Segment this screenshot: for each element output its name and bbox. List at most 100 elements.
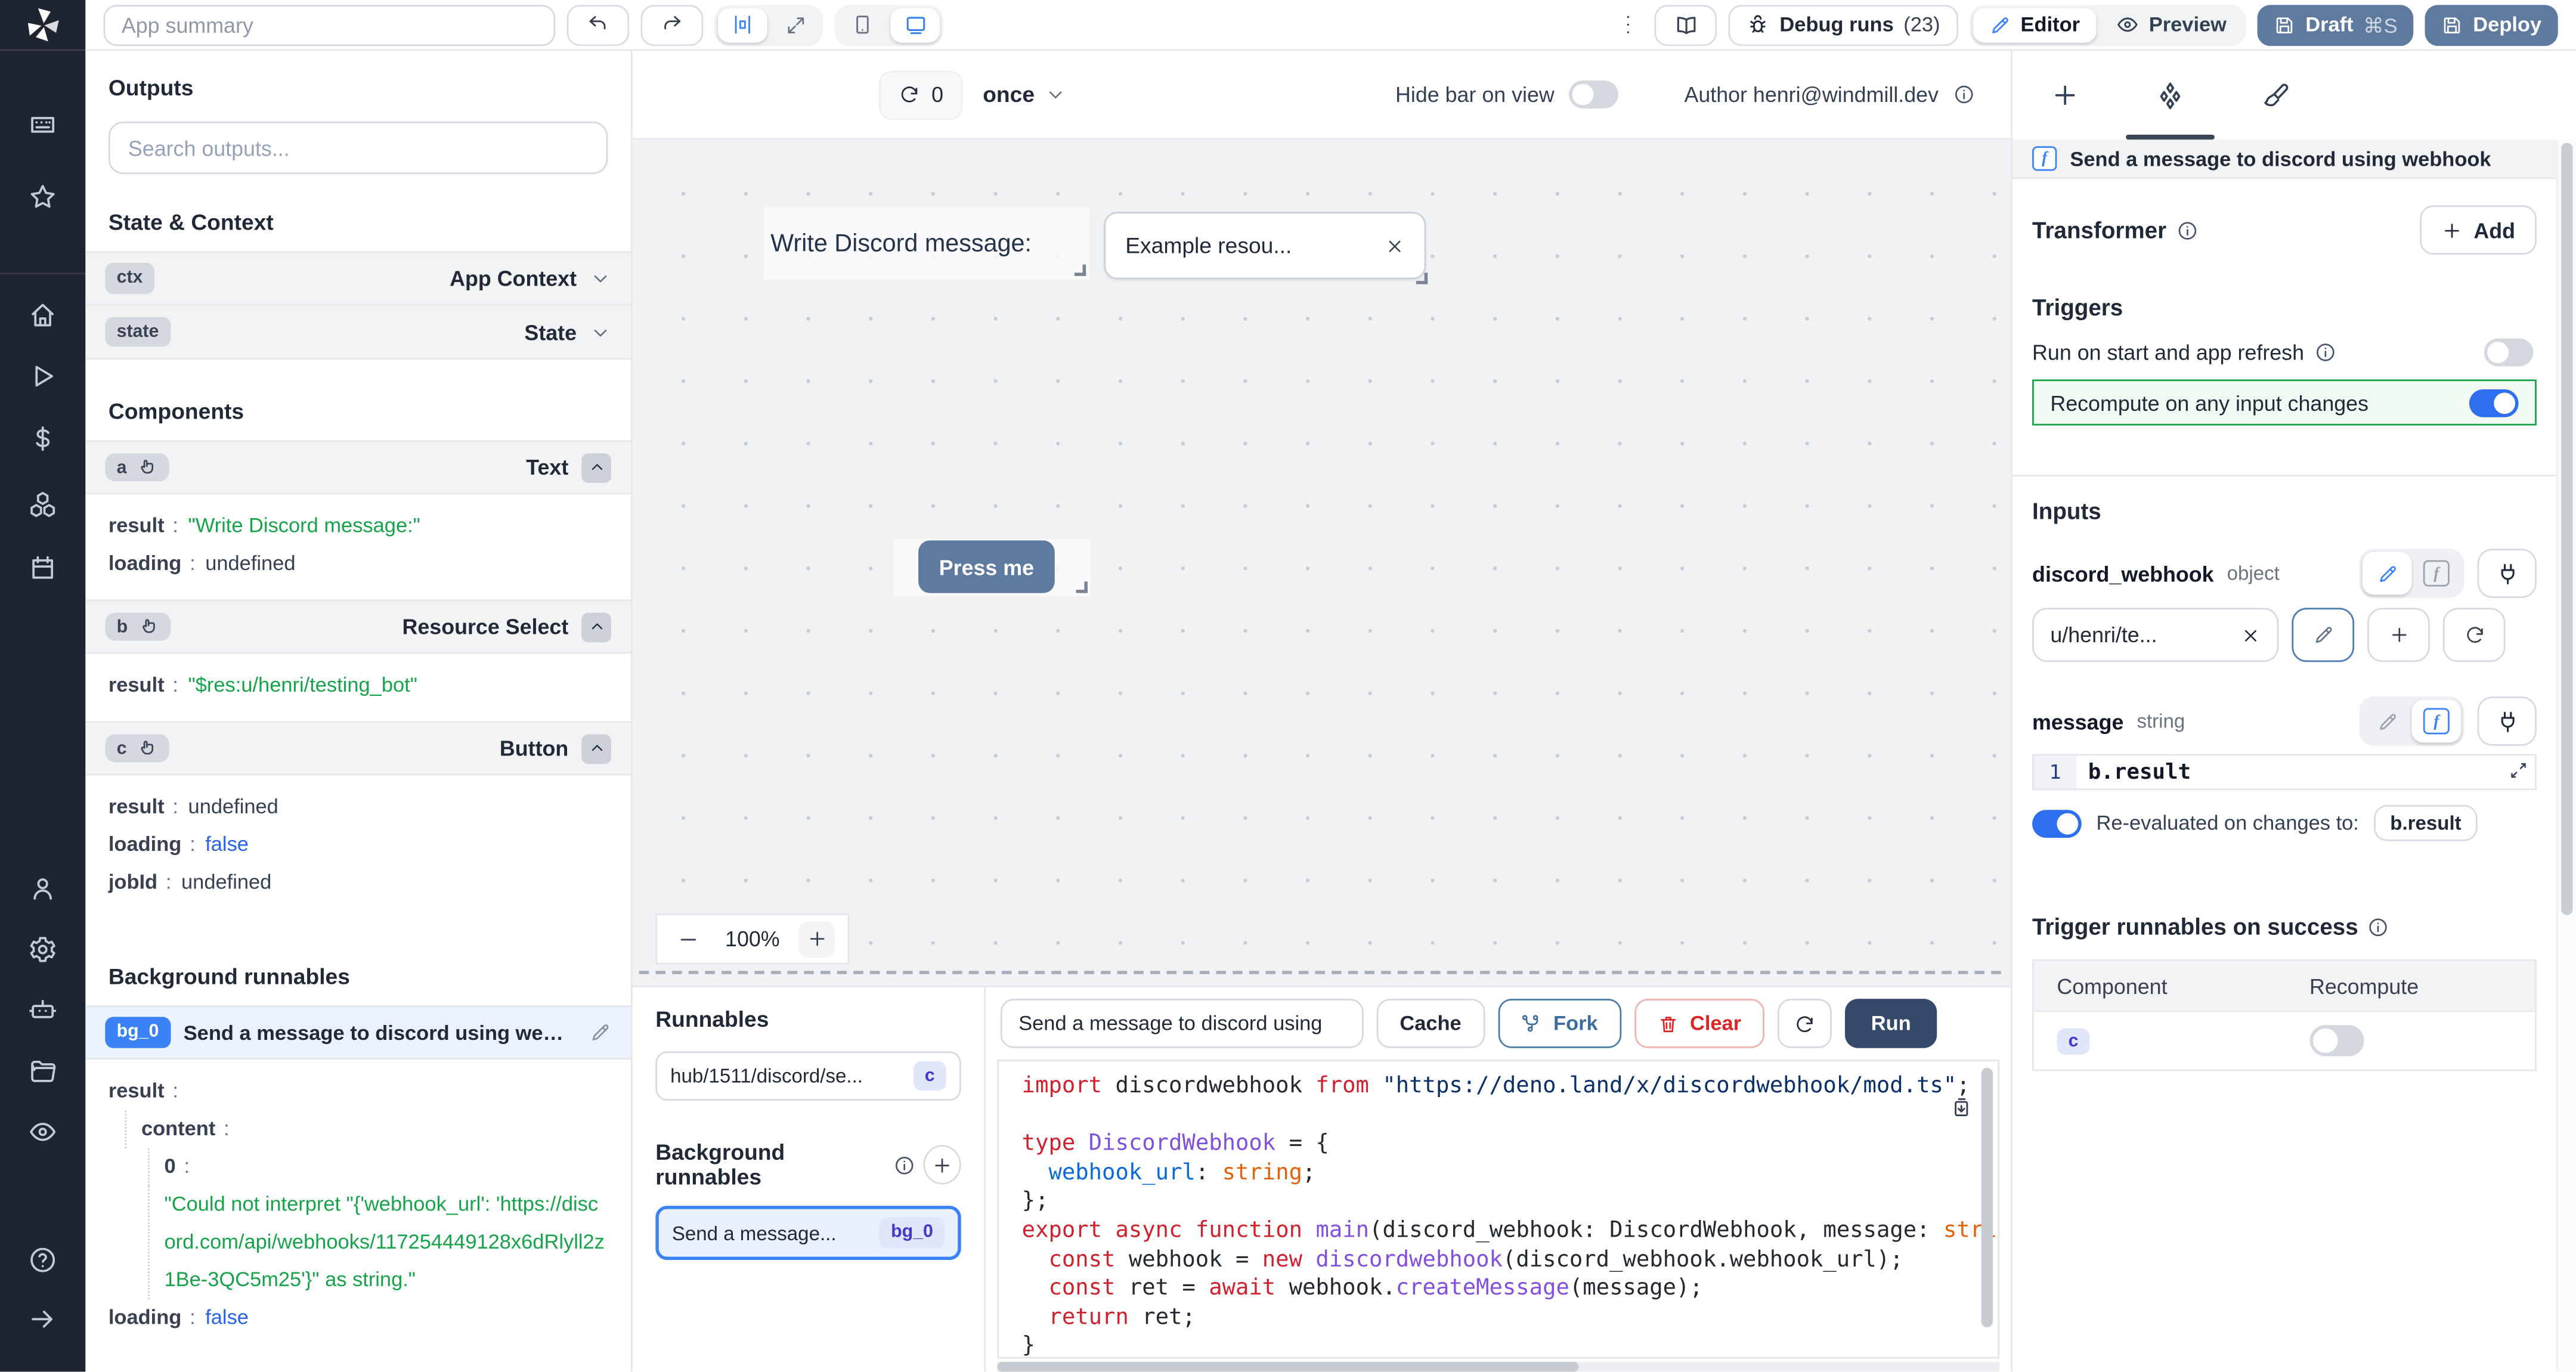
static-mode-button[interactable] <box>2363 700 2412 743</box>
bg-runnable-item-selected[interactable]: Send a message... bg_0 <box>655 1206 961 1260</box>
interval-dropdown[interactable]: once <box>983 82 1066 107</box>
static-mode-button[interactable] <box>2363 552 2412 595</box>
component-id-badge[interactable]: b <box>105 613 170 641</box>
collapse-button[interactable] <box>581 733 611 763</box>
clear-selection-button[interactable] <box>1385 236 1405 255</box>
sidebar-item-arrow-right-icon[interactable] <box>28 1305 58 1334</box>
undo-button[interactable] <box>567 4 630 45</box>
sidebar-item-user-icon[interactable] <box>28 874 58 904</box>
sidebar-item-help-icon[interactable] <box>28 1245 58 1275</box>
collapse-button[interactable] <box>581 612 611 642</box>
draft-button[interactable]: Draft ⌘S <box>2258 4 2414 45</box>
message-expression-value: b.result <box>2076 755 2535 788</box>
more-menu-button[interactable] <box>1614 4 1643 45</box>
reeval-dependency-chip[interactable]: b.result <box>2374 805 2478 841</box>
hide-bar-toggle[interactable] <box>1569 80 1619 109</box>
message-expression-editor[interactable]: 1 b.result <box>2032 754 2537 791</box>
expand-editor-button[interactable] <box>2509 761 2528 781</box>
zoom-out-button[interactable] <box>670 921 707 957</box>
run-label: Run <box>1871 1012 1911 1035</box>
clear-resource-button[interactable] <box>2241 625 2261 645</box>
reload-code-button[interactable] <box>1778 999 1832 1048</box>
recompute-row-toggle[interactable] <box>2309 1025 2364 1056</box>
resize-handle[interactable] <box>1076 581 1088 593</box>
code-editor[interactable]: import discordwebhook from "https://deno… <box>997 1060 1999 1358</box>
canvas-resource-select[interactable]: Example resou... <box>1104 212 1426 279</box>
component-id-badge[interactable]: c <box>105 735 169 763</box>
tab-styling[interactable] <box>2223 51 2328 140</box>
mobile-view-button[interactable] <box>838 7 887 42</box>
fork-button[interactable]: Fork <box>1497 999 1621 1048</box>
refresh-count-button[interactable]: 0 <box>879 70 963 119</box>
sidebar-item-star-icon[interactable] <box>28 182 58 212</box>
right-panel-scrollbar[interactable] <box>2556 140 2576 1371</box>
eval-mode-button[interactable]: f <box>2411 552 2461 595</box>
search-outputs-input[interactable] <box>109 122 608 174</box>
runnable-item[interactable]: hub/1511/discord/se... c <box>655 1051 961 1101</box>
sidebar-item-eye-icon[interactable] <box>28 1117 58 1147</box>
docs-button[interactable] <box>1655 4 1717 45</box>
sidebar-item-app-grid-icon[interactable] <box>28 110 58 140</box>
sidebar-item-home-icon[interactable] <box>28 301 58 330</box>
resource-picker-input[interactable]: u/henri/te... <box>2032 608 2278 662</box>
add-resource-button[interactable] <box>2367 608 2430 662</box>
fullscreen-button[interactable] <box>770 7 820 42</box>
output-line: result:"Write Discord message:" <box>109 507 608 545</box>
bg-runnables-title: Background runnables <box>655 1140 883 1190</box>
sidebar-item-calendar-icon[interactable] <box>28 553 58 583</box>
sidebar-item-cubes-icon[interactable] <box>28 490 58 519</box>
canvas-text-component[interactable]: Write Discord message: <box>764 207 1089 279</box>
desktop-view-button[interactable] <box>890 7 940 42</box>
code-vertical-scrollbar[interactable] <box>1981 1068 1993 1327</box>
component-header-a[interactable]: aText <box>85 440 631 494</box>
tab-settings[interactable] <box>2117 51 2222 140</box>
windmill-logo-icon[interactable] <box>0 0 85 51</box>
eval-mode-button[interactable]: f <box>2411 700 2461 743</box>
align-button[interactable] <box>718 7 767 42</box>
component-header-c[interactable]: cButton <box>85 721 631 775</box>
debug-runs-button[interactable]: Debug runs (23) <box>1729 4 1958 45</box>
refresh-resource-button[interactable] <box>2443 608 2506 662</box>
sidebar-item-folder-icon[interactable] <box>28 1057 58 1086</box>
component-header-b[interactable]: bResource Select <box>85 600 631 654</box>
press-me-button[interactable]: Press me <box>918 540 1055 593</box>
runnable-name-input[interactable]: Send a message to discord using <box>1001 999 1364 1048</box>
add-bg-runnable-button[interactable] <box>924 1145 961 1184</box>
reeval-toggle[interactable] <box>2032 809 2082 837</box>
bg-runnable-header[interactable]: bg_0 Send a message to discord using web… <box>85 1005 631 1060</box>
chevron-down-icon[interactable] <box>590 268 611 289</box>
connect-input-button[interactable] <box>2478 696 2537 746</box>
redo-button[interactable] <box>640 4 703 45</box>
recompute-toggle[interactable] <box>2469 389 2519 417</box>
resize-handle[interactable] <box>1075 265 1086 276</box>
collapse-button[interactable] <box>581 453 611 482</box>
tab-insert-component[interactable] <box>2012 51 2117 140</box>
runnable-item-badge: c <box>913 1061 946 1091</box>
clear-button[interactable]: Clear <box>1634 999 1764 1048</box>
tab-preview[interactable]: Preview <box>2100 7 2243 42</box>
context-row-ctx[interactable]: ctxApp Context <box>85 252 631 306</box>
code-horizontal-scrollbar[interactable] <box>997 1362 1999 1372</box>
cache-button[interactable]: Cache <box>1377 999 1485 1048</box>
run-on-start-toggle[interactable] <box>2484 339 2534 367</box>
component-id-badge[interactable]: a <box>105 453 169 481</box>
add-transformer-button[interactable]: Add <box>2419 205 2536 255</box>
tab-editor[interactable]: Editor <box>1973 7 2097 42</box>
sidebar-item-robot-icon[interactable] <box>28 996 58 1026</box>
copy-code-button[interactable] <box>1949 1096 1972 1119</box>
connect-input-button[interactable] <box>2478 549 2537 598</box>
chevron-down-icon[interactable] <box>590 321 611 343</box>
inputs-title: Inputs <box>2032 498 2537 524</box>
app-summary-input[interactable] <box>104 4 556 45</box>
app-canvas[interactable]: Write Discord message: Example resou... … <box>633 140 2011 986</box>
run-button[interactable]: Run <box>1845 999 1937 1048</box>
resize-handle[interactable] <box>1416 272 1428 284</box>
zoom-in-button[interactable] <box>798 921 835 957</box>
sidebar-item-play-icon[interactable] <box>28 361 58 391</box>
edit-resource-button[interactable] <box>2292 608 2354 662</box>
sidebar-item-dollar-icon[interactable] <box>28 424 58 454</box>
sidebar-item-gear-icon[interactable] <box>28 935 58 965</box>
pencil-icon[interactable] <box>590 1022 611 1043</box>
context-row-state[interactable]: stateState <box>85 305 631 360</box>
deploy-button[interactable]: Deploy <box>2425 4 2558 45</box>
